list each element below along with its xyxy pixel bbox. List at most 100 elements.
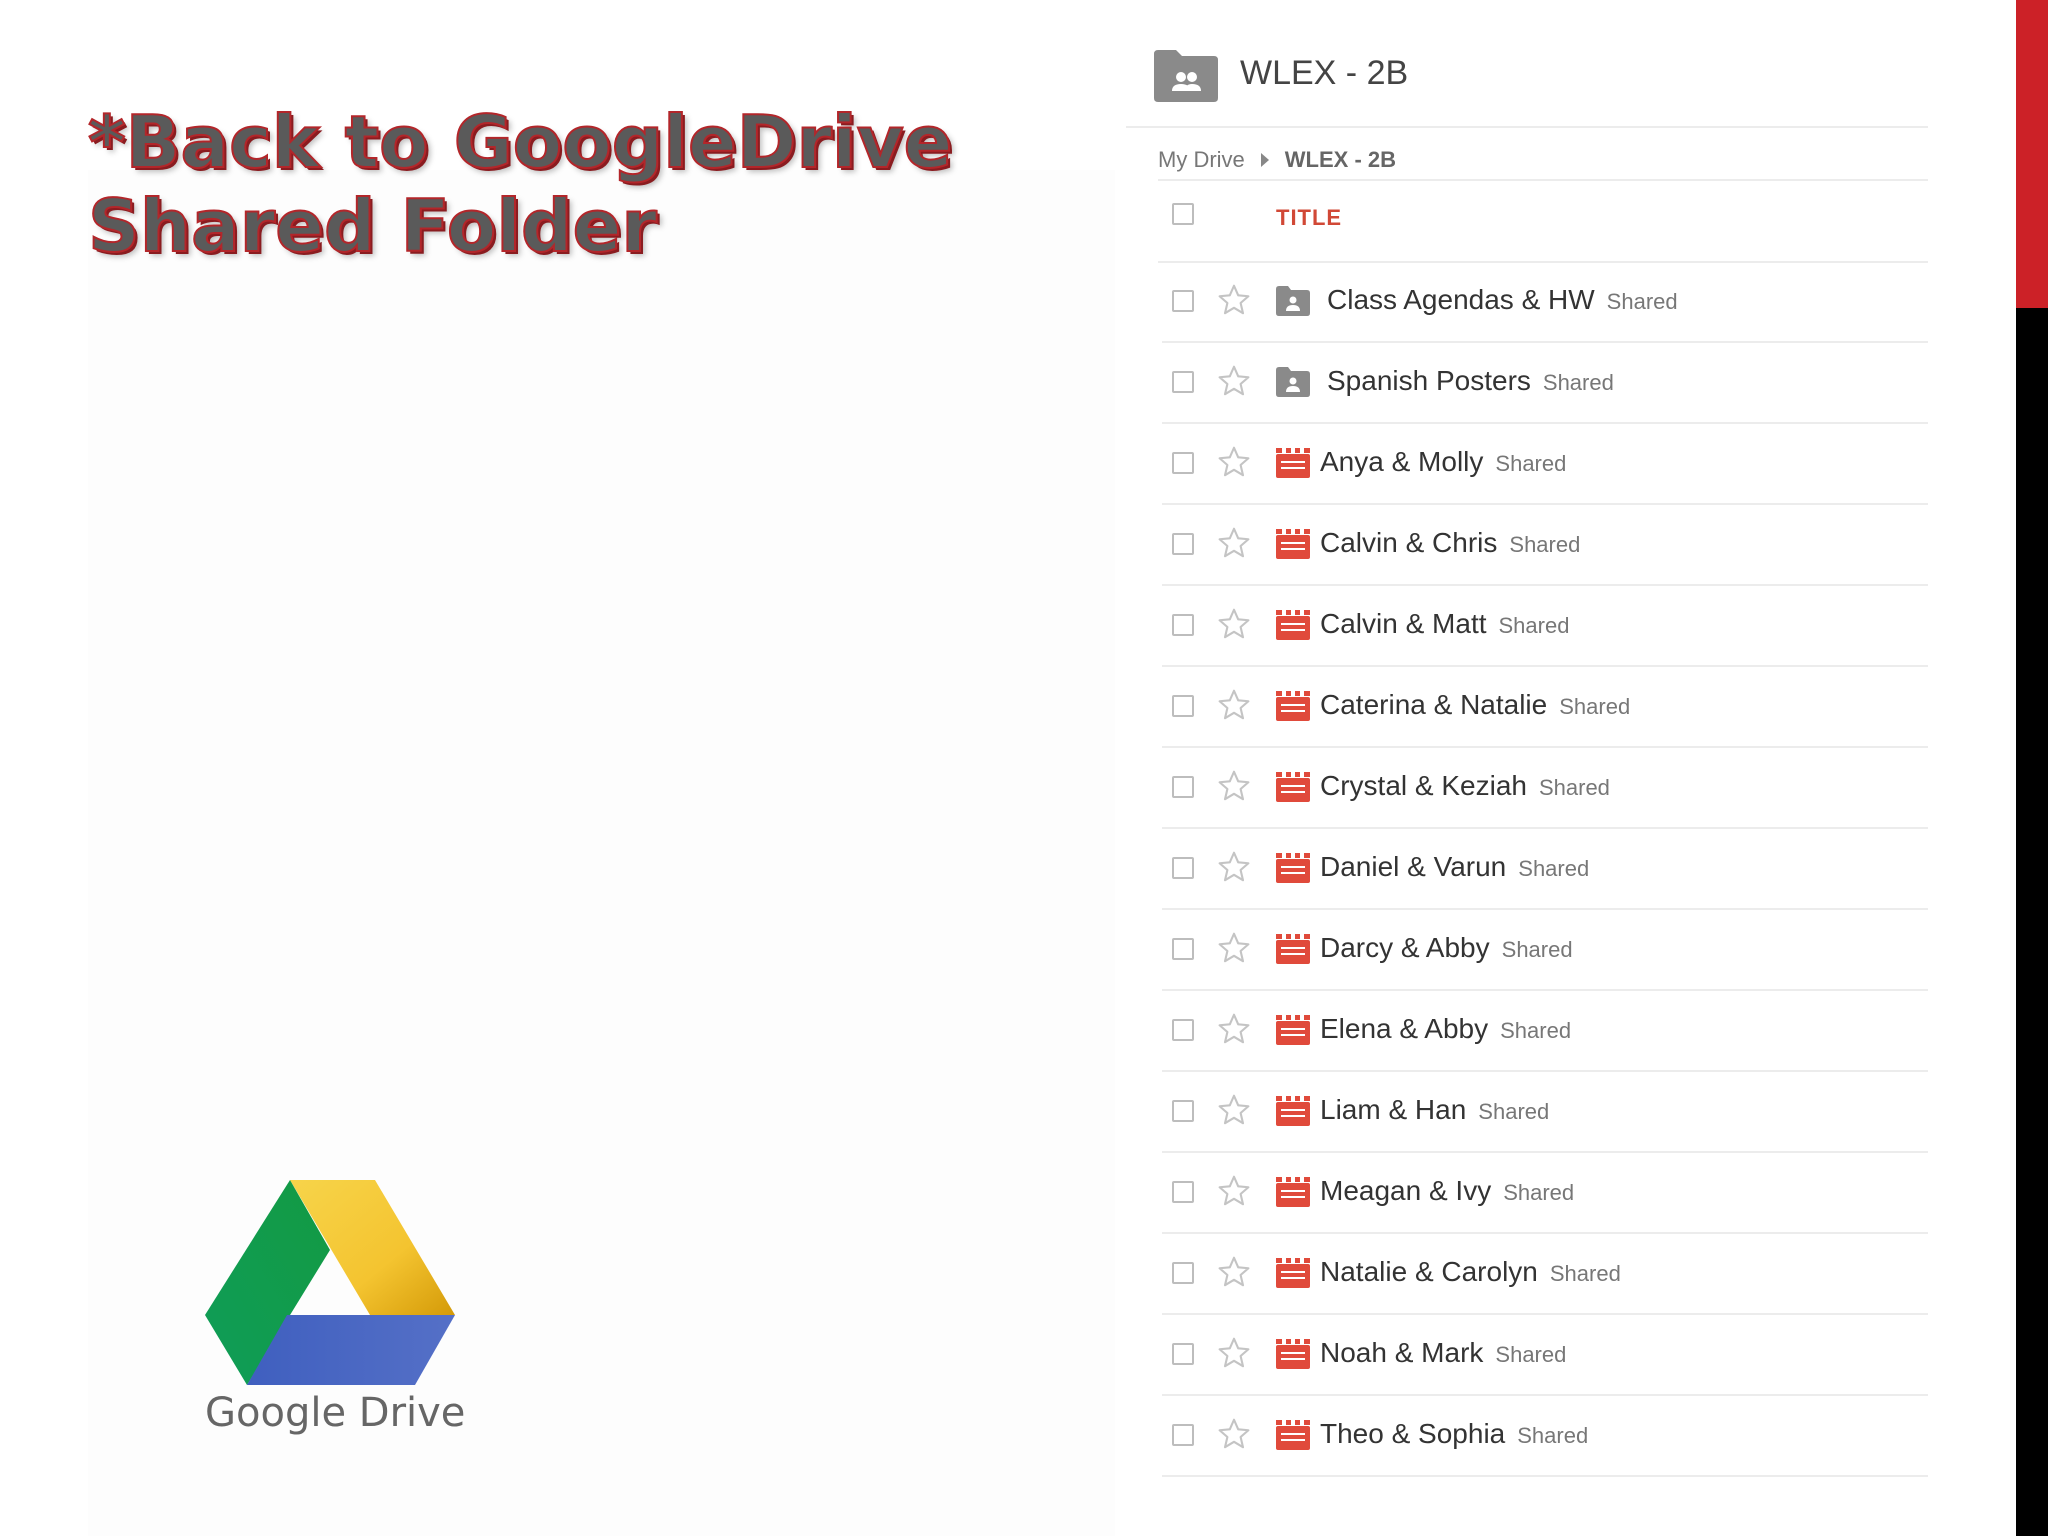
row-checkbox[interactable] bbox=[1172, 938, 1194, 960]
row-checkbox[interactable] bbox=[1172, 371, 1194, 393]
select-all-checkbox[interactable] bbox=[1172, 203, 1194, 225]
shared-badge: Shared bbox=[1538, 775, 1610, 800]
video-icon bbox=[1276, 691, 1310, 721]
shared-badge: Shared bbox=[1518, 856, 1590, 881]
file-row[interactable]: Class Agendas & HW Shared bbox=[1162, 262, 1928, 343]
file-name[interactable]: Class Agendas & HW bbox=[1327, 284, 1595, 316]
file-row[interactable]: Natalie & Carolyn Shared bbox=[1162, 1234, 1928, 1315]
row-checkbox[interactable] bbox=[1172, 857, 1194, 879]
file-name[interactable]: Liam & Han bbox=[1320, 1094, 1466, 1126]
shared-badge: Shared bbox=[1495, 451, 1567, 476]
slide-title-line-2: Shared Folder bbox=[87, 183, 658, 269]
file-title: Natalie & Carolyn Shared bbox=[1320, 1256, 1621, 1288]
star-icon[interactable] bbox=[1216, 1416, 1252, 1452]
row-checkbox[interactable] bbox=[1172, 1262, 1194, 1284]
file-title: Anya & Molly Shared bbox=[1320, 446, 1566, 478]
file-row[interactable]: Spanish Posters Shared bbox=[1162, 343, 1928, 424]
star-icon[interactable] bbox=[1216, 849, 1252, 885]
star-icon[interactable] bbox=[1216, 1173, 1252, 1209]
star-icon[interactable] bbox=[1216, 1092, 1252, 1128]
star-icon[interactable] bbox=[1216, 768, 1252, 804]
star-icon[interactable] bbox=[1216, 444, 1252, 480]
file-row[interactable]: Liam & Han Shared bbox=[1162, 1072, 1928, 1153]
slide-title: *Back to GoogleDrive Shared Folder bbox=[87, 99, 953, 269]
shared-badge: Shared bbox=[1501, 937, 1573, 962]
star-icon[interactable] bbox=[1216, 930, 1252, 966]
file-row[interactable]: Calvin & Chris Shared bbox=[1162, 505, 1928, 586]
shared-badge: Shared bbox=[1542, 370, 1614, 395]
file-row[interactable]: Daniel & Varun Shared bbox=[1162, 829, 1928, 910]
file-row[interactable]: Crystal & Keziah Shared bbox=[1162, 748, 1928, 829]
video-icon bbox=[1276, 1015, 1310, 1045]
video-icon bbox=[1276, 853, 1310, 883]
row-checkbox[interactable] bbox=[1172, 452, 1194, 474]
file-row[interactable]: Noah & Mark Shared bbox=[1162, 1315, 1928, 1396]
video-icon bbox=[1276, 529, 1310, 559]
breadcrumb-arrow-icon bbox=[1260, 153, 1269, 167]
star-icon[interactable] bbox=[1216, 1335, 1252, 1371]
file-name[interactable]: Calvin & Chris bbox=[1320, 527, 1497, 559]
star-icon[interactable] bbox=[1216, 1254, 1252, 1290]
row-checkbox[interactable] bbox=[1172, 695, 1194, 717]
file-name[interactable]: Calvin & Matt bbox=[1320, 608, 1487, 640]
file-title: Meagan & Ivy Shared bbox=[1320, 1175, 1574, 1207]
file-title: Noah & Mark Shared bbox=[1320, 1337, 1566, 1369]
row-checkbox[interactable] bbox=[1172, 1343, 1194, 1365]
row-checkbox[interactable] bbox=[1172, 533, 1194, 555]
file-name[interactable]: Caterina & Natalie bbox=[1320, 689, 1547, 721]
file-title: Elena & Abby Shared bbox=[1320, 1013, 1571, 1045]
file-row[interactable]: Calvin & Matt Shared bbox=[1162, 586, 1928, 667]
file-name[interactable]: Meagan & Ivy bbox=[1320, 1175, 1491, 1207]
video-icon bbox=[1276, 772, 1310, 802]
file-title: Calvin & Matt Shared bbox=[1320, 608, 1569, 640]
file-row[interactable]: Caterina & Natalie Shared bbox=[1162, 667, 1928, 748]
video-icon bbox=[1276, 1420, 1310, 1450]
row-checkbox[interactable] bbox=[1172, 1181, 1194, 1203]
shared-badge: Shared bbox=[1559, 694, 1631, 719]
star-icon[interactable] bbox=[1216, 687, 1252, 723]
shared-folder-icon bbox=[1154, 50, 1218, 102]
file-title: Liam & Han Shared bbox=[1320, 1094, 1549, 1126]
star-icon[interactable] bbox=[1216, 282, 1252, 318]
video-icon bbox=[1276, 1096, 1310, 1126]
file-name[interactable]: Anya & Molly bbox=[1320, 446, 1483, 478]
row-checkbox[interactable] bbox=[1172, 1424, 1194, 1446]
file-name[interactable]: Elena & Abby bbox=[1320, 1013, 1488, 1045]
breadcrumb-my-drive[interactable]: My Drive bbox=[1158, 147, 1245, 173]
slide-title-line-1: *Back to GoogleDrive bbox=[87, 99, 953, 185]
file-row[interactable]: Darcy & Abby Shared bbox=[1162, 910, 1928, 991]
video-icon bbox=[1276, 1339, 1310, 1369]
shared-badge: Shared bbox=[1498, 613, 1570, 638]
file-row[interactable]: Theo & Sophia Shared bbox=[1162, 1396, 1928, 1477]
file-row[interactable]: Meagan & Ivy Shared bbox=[1162, 1153, 1928, 1234]
breadcrumb-current[interactable]: WLEX - 2B bbox=[1285, 147, 1396, 173]
file-name[interactable]: Natalie & Carolyn bbox=[1320, 1256, 1538, 1288]
file-title: Calvin & Chris Shared bbox=[1320, 527, 1580, 559]
file-name[interactable]: Noah & Mark bbox=[1320, 1337, 1483, 1369]
row-checkbox[interactable] bbox=[1172, 290, 1194, 312]
file-row[interactable]: Elena & Abby Shared bbox=[1162, 991, 1928, 1072]
row-checkbox[interactable] bbox=[1172, 1019, 1194, 1041]
file-name[interactable]: Crystal & Keziah bbox=[1320, 770, 1527, 802]
file-name[interactable]: Spanish Posters bbox=[1327, 365, 1531, 397]
shared-badge: Shared bbox=[1478, 1099, 1550, 1124]
row-checkbox[interactable] bbox=[1172, 614, 1194, 636]
star-icon[interactable] bbox=[1216, 525, 1252, 561]
row-checkbox[interactable] bbox=[1172, 776, 1194, 798]
star-icon[interactable] bbox=[1216, 363, 1252, 399]
file-title: Caterina & Natalie Shared bbox=[1320, 689, 1630, 721]
row-checkbox[interactable] bbox=[1172, 1100, 1194, 1122]
file-name[interactable]: Theo & Sophia bbox=[1320, 1418, 1505, 1450]
shared-badge: Shared bbox=[1503, 1180, 1575, 1205]
file-name[interactable]: Daniel & Varun bbox=[1320, 851, 1506, 883]
file-title: Theo & Sophia Shared bbox=[1320, 1418, 1588, 1450]
file-row[interactable]: Anya & Molly Shared bbox=[1162, 424, 1928, 505]
video-icon bbox=[1276, 934, 1310, 964]
star-icon[interactable] bbox=[1216, 1011, 1252, 1047]
column-title-sort[interactable]: TITLE bbox=[1276, 205, 1342, 231]
file-name[interactable]: Darcy & Abby bbox=[1320, 932, 1490, 964]
folder-header: WLEX - 2B bbox=[1126, 38, 1928, 128]
google-drive-logo-icon bbox=[205, 1180, 455, 1385]
star-icon[interactable] bbox=[1216, 606, 1252, 642]
video-icon bbox=[1276, 1177, 1310, 1207]
